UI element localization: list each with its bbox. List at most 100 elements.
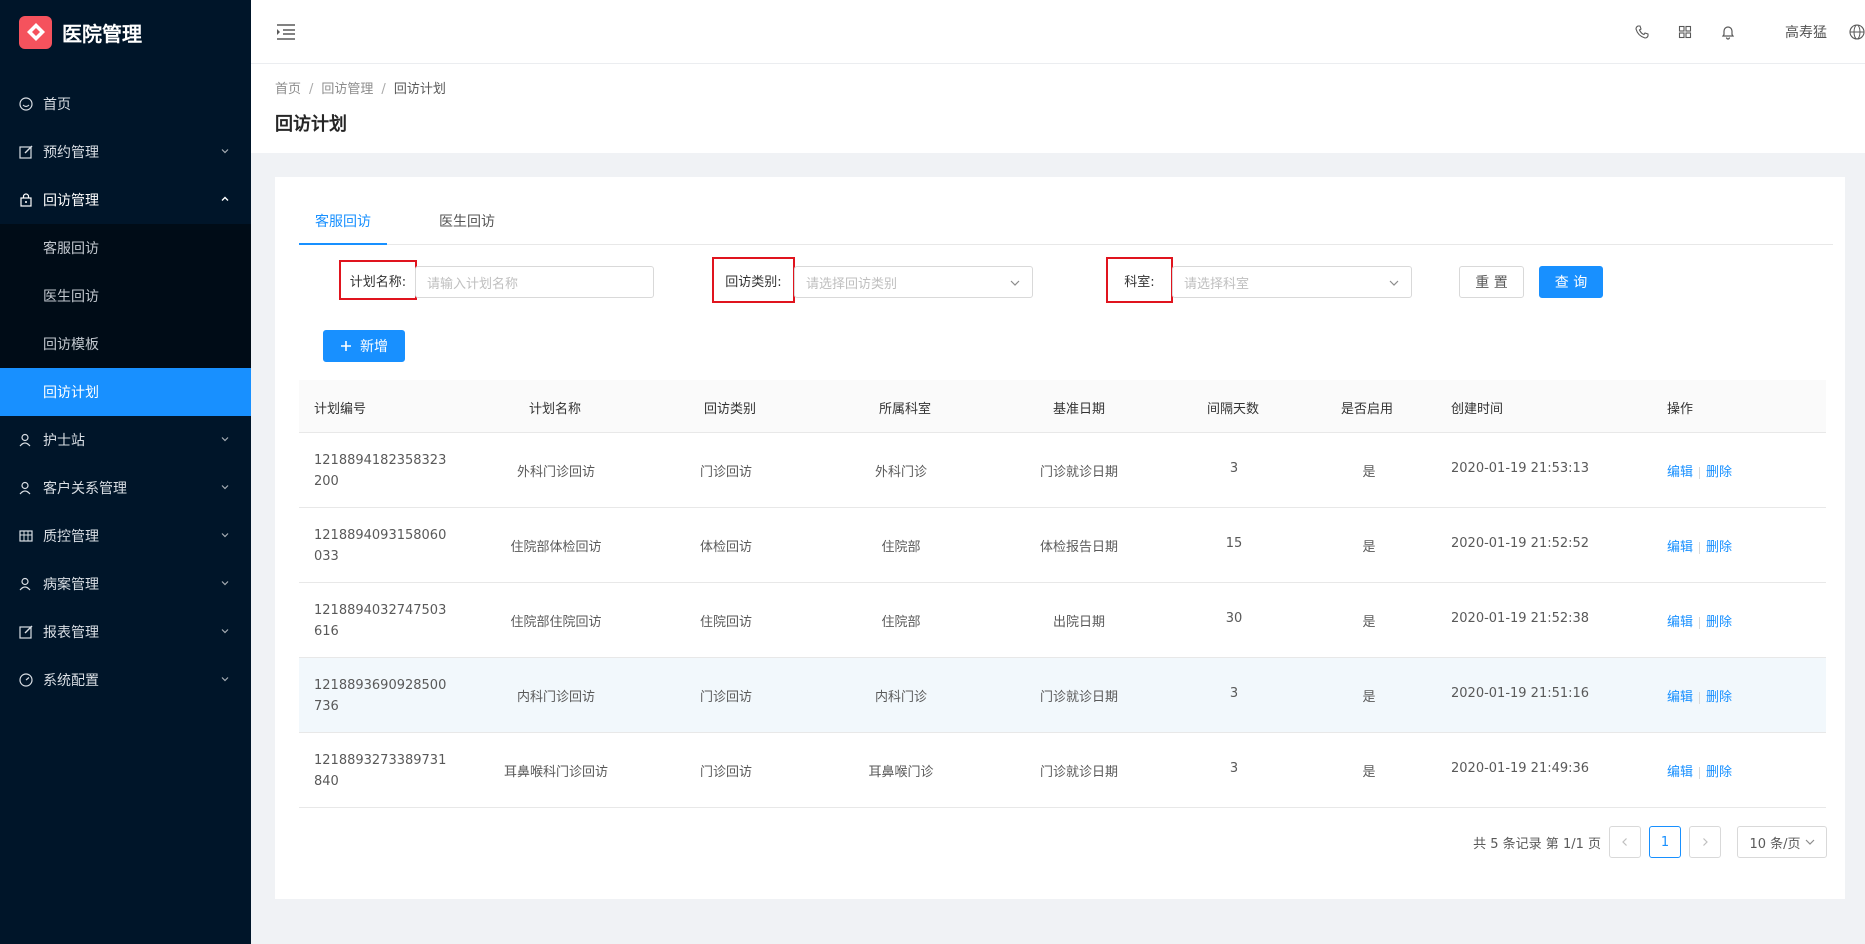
- sidebar: 医院管理 首页 预约管理 回访管理 客服回访 医生回访 回访模板 回访计划 护士…: [0, 0, 251, 944]
- page-button-current[interactable]: 1: [1649, 826, 1681, 858]
- sidebar-item-followup-template[interactable]: 回访模板: [0, 320, 251, 368]
- sidebar-item-label: 回访管理: [43, 193, 99, 209]
- edit-link[interactable]: 编辑: [1667, 540, 1693, 555]
- table-row[interactable]: 1218894182358323200 外科门诊回访 门诊回访 外科门诊 门诊就…: [299, 433, 1826, 508]
- bell-icon[interactable]: [1720, 24, 1736, 40]
- cell-department: 耳鼻喉门诊: [868, 765, 934, 780]
- cell-base-date: 门诊就诊日期: [1039, 690, 1118, 705]
- edit-link[interactable]: 编辑: [1667, 465, 1693, 480]
- chevron-down-icon: [219, 577, 231, 589]
- sidebar-item-followup-plan[interactable]: 回访计划: [0, 368, 251, 416]
- sidebar-item-label: 客户关系管理: [43, 481, 127, 497]
- top-header: 高寿猛: [251, 0, 1865, 64]
- cell-created: 2020-01-19 21:52:38: [1451, 611, 1590, 626]
- user-icon: [19, 433, 33, 447]
- user-icon: [19, 481, 33, 495]
- cell-interval: 30: [1225, 611, 1243, 626]
- edit-icon: [19, 625, 33, 639]
- breadcrumb: 首页 / 回访管理 / 回访计划: [275, 82, 446, 97]
- delete-link[interactable]: 删除: [1706, 465, 1732, 480]
- sidebar-item-appointment[interactable]: 预约管理: [0, 128, 251, 176]
- page-size-select[interactable]: 10 条/页: [1737, 826, 1827, 858]
- tab-bar: 客服回访 医生回访: [299, 203, 1833, 245]
- cell-plan-id: 1218893273389731840: [314, 753, 447, 789]
- table-icon: [19, 529, 33, 543]
- sidebar-item-doctor-followup[interactable]: 医生回访: [0, 272, 251, 320]
- sidebar-item-medical-records[interactable]: 病案管理: [0, 560, 251, 608]
- table-row[interactable]: 1218893690928500736 内科门诊回访 门诊回访 内科门诊 门诊就…: [299, 658, 1826, 733]
- edit-link[interactable]: 编辑: [1667, 615, 1693, 630]
- breadcrumb-followup[interactable]: 回访管理: [321, 82, 373, 97]
- sidebar-item-crm[interactable]: 客户关系管理: [0, 464, 251, 512]
- table-row[interactable]: 1218894093158060033 住院部体检回访 体检回访 住院部 体检报…: [299, 508, 1826, 583]
- edit-link[interactable]: 编辑: [1667, 765, 1693, 780]
- dashboard-icon: [19, 97, 33, 111]
- cell-created: 2020-01-19 21:51:16: [1451, 686, 1590, 701]
- cell-type: 住院回访: [699, 615, 752, 630]
- chevron-down-icon: [1010, 277, 1020, 287]
- cell-interval: 15: [1225, 536, 1243, 551]
- cell-base-date: 体检报告日期: [1039, 540, 1118, 555]
- page-size-value: 10 条/页: [1749, 836, 1801, 852]
- cell-plan-id: 1218894093158060033: [314, 528, 447, 564]
- chevron-down-icon: [219, 673, 231, 685]
- next-page-button[interactable]: [1689, 826, 1721, 858]
- logo[interactable]: 医院管理: [0, 0, 251, 64]
- delete-link[interactable]: 删除: [1706, 540, 1732, 555]
- plan-name-input[interactable]: 请输入计划名称: [415, 266, 654, 298]
- sidebar-item-label: 报表管理: [43, 625, 99, 641]
- edit-link[interactable]: 编辑: [1667, 690, 1693, 705]
- breadcrumb-home[interactable]: 首页: [275, 82, 301, 97]
- add-plan-label: 新增: [360, 339, 388, 355]
- edit-icon: [19, 145, 33, 159]
- add-plan-button[interactable]: 新增: [323, 330, 405, 362]
- chevron-up-icon: [219, 193, 231, 205]
- sidebar-item-customer-service-followup[interactable]: 客服回访: [0, 224, 251, 272]
- user-icon: [19, 577, 33, 591]
- delete-link[interactable]: 删除: [1706, 615, 1732, 630]
- page-title: 回访计划: [275, 114, 347, 135]
- delete-link[interactable]: 删除: [1706, 765, 1732, 780]
- followup-type-select[interactable]: 请选择回访类别: [794, 266, 1033, 298]
- sidebar-item-home[interactable]: 首页: [0, 80, 251, 128]
- cell-plan-name: 耳鼻喉科门诊回访: [503, 765, 608, 780]
- sidebar-item-nurse-station[interactable]: 护士站: [0, 416, 251, 464]
- tab-doctor[interactable]: 医生回访: [439, 211, 495, 231]
- menu-fold-icon[interactable]: [275, 22, 297, 42]
- sidebar-item-label: 系统配置: [43, 673, 99, 689]
- department-select[interactable]: 请选择科室: [1172, 266, 1412, 298]
- lock-icon: [19, 193, 33, 207]
- sidebar-item-system[interactable]: 系统配置: [0, 656, 251, 704]
- table-row[interactable]: 1218894032747503616 住院部住院回访 住院回访 住院部 出院日…: [299, 583, 1826, 658]
- tab-customer-service[interactable]: 客服回访: [315, 211, 371, 231]
- chevron-down-icon: [1805, 839, 1814, 845]
- pagination: 共 5 条记录 第 1/1 页 1 10 条/页: [1473, 826, 1827, 858]
- cell-interval: 3: [1229, 461, 1239, 476]
- plan-table: 计划编号 计划名称 回访类别 所属科室 基准日期 间隔天数 是否启用 创建时间 …: [299, 380, 1826, 808]
- apps-grid-icon[interactable]: [1677, 24, 1693, 40]
- cell-plan-id: 1218894182358323200: [314, 453, 447, 489]
- phone-icon[interactable]: [1634, 24, 1650, 40]
- chevron-left-icon: [1622, 838, 1627, 846]
- sidebar-item-quality[interactable]: 质控管理: [0, 512, 251, 560]
- chevron-down-icon: [219, 433, 231, 445]
- sidebar-item-reports[interactable]: 报表管理: [0, 608, 251, 656]
- department-label: 科室:: [1106, 257, 1173, 303]
- column-header: 计划名称: [529, 402, 582, 417]
- search-button[interactable]: 查 询: [1539, 266, 1603, 298]
- column-header: 计划编号: [314, 402, 367, 417]
- followup-submenu: 客服回访 医生回访 回访模板 回访计划: [0, 224, 251, 416]
- reset-button[interactable]: 重 置: [1459, 266, 1524, 298]
- column-header: 间隔天数: [1207, 402, 1260, 417]
- globe-icon[interactable]: [1849, 24, 1865, 40]
- prev-page-button[interactable]: [1609, 826, 1641, 858]
- department-placeholder: 请选择科室: [1184, 276, 1250, 292]
- active-tab-indicator: [299, 243, 387, 245]
- current-user-name[interactable]: 高寿猛: [1785, 22, 1827, 42]
- cell-plan-name: 内科门诊回访: [516, 690, 595, 705]
- delete-link[interactable]: 删除: [1706, 690, 1732, 705]
- cell-type: 门诊回访: [699, 765, 752, 780]
- sidebar-item-followup[interactable]: 回访管理: [0, 176, 251, 224]
- table-row[interactable]: 1218893273389731840 耳鼻喉科门诊回访 门诊回访 耳鼻喉门诊 …: [299, 733, 1826, 808]
- cell-department: 住院部: [881, 615, 921, 630]
